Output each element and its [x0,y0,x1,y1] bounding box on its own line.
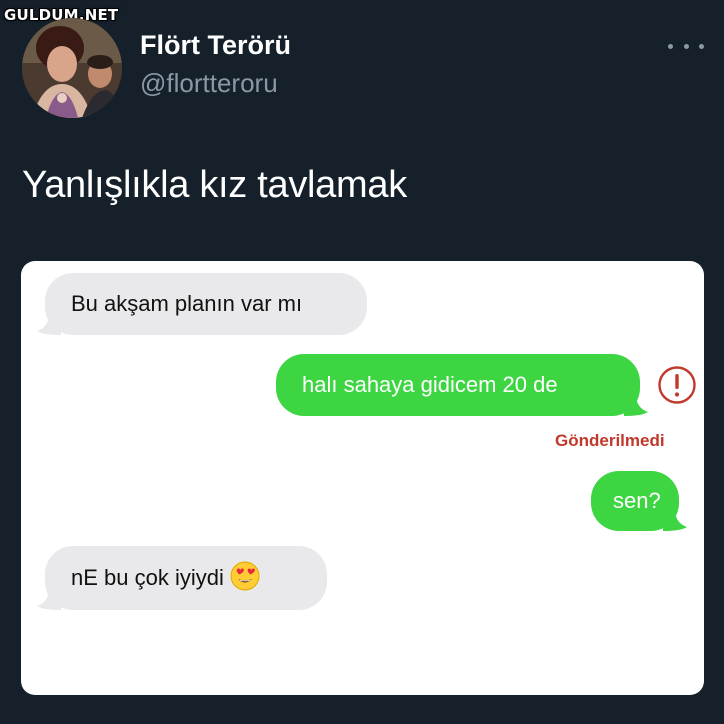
bubble-tail [663,509,687,531]
tweet-media-image[interactable]: Bu akşam planın var mı halı sahaya gidic… [21,261,704,695]
tweet-text: Yanlışlıkla kız tavlamak [22,164,407,206]
outgoing-message-bubble: halı sahaya gidicem 20 de [276,354,648,416]
message-text: halı sahaya gidicem 20 de [302,372,558,397]
message-text-row: nE bu çok iyiydi [71,561,260,591]
avatar[interactable] [22,18,122,118]
outgoing-message-bubble: sen? [591,471,687,531]
more-horizontal-icon[interactable] [668,34,704,58]
incoming-message-bubble: nE bu çok iyiydi [37,546,327,610]
bubble-tail [37,313,61,335]
author-display-name[interactable]: Flört Terörü [140,30,291,61]
bubble-tail [624,394,648,416]
profile-photo-icon [22,18,122,118]
more-dot [699,43,704,49]
more-dot [683,43,689,49]
not-delivered-status: Gönderilmedi [555,431,665,450]
author-handle[interactable]: @flortteroru [140,68,278,99]
exclamation-circle-icon[interactable] [657,365,697,405]
heart-eyes-emoji-icon [230,561,260,591]
bubble-tail [37,588,61,610]
message-text: nE bu çok iyiydi [71,565,224,590]
more-dot [668,43,673,49]
incoming-message-bubble: Bu akşam planın var mı [37,273,367,335]
message-text: sen? [613,488,661,513]
message-text: Bu akşam planın var mı [71,291,303,316]
